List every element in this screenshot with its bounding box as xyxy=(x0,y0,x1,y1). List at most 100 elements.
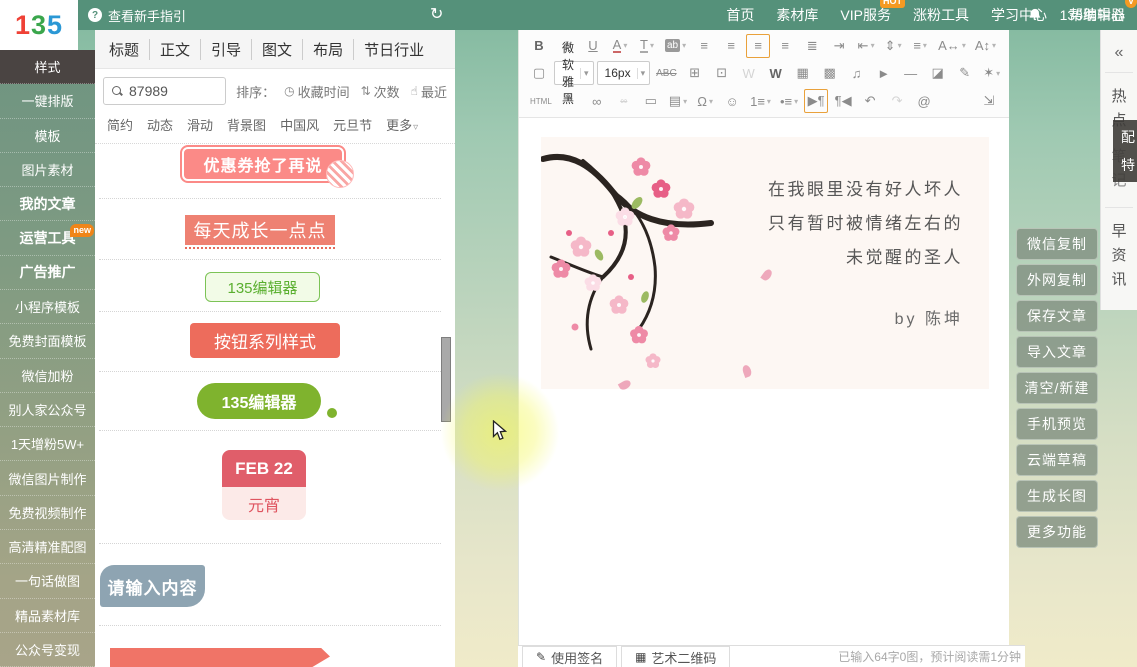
refresh-icon[interactable]: ↻ xyxy=(430,4,443,24)
style-sample-green-button[interactable]: 135编辑器 xyxy=(205,272,320,302)
filter-tag[interactable]: 更多 xyxy=(386,115,418,134)
letter-spacing-icon[interactable]: A↔ xyxy=(935,34,969,58)
image-icon[interactable]: ▦ xyxy=(791,61,815,85)
filter-tag[interactable]: 滑动 xyxy=(187,115,213,134)
sidebar-item[interactable]: 微信加粉 xyxy=(0,359,95,393)
eraser-icon[interactable]: ◪ xyxy=(926,61,950,85)
video-icon[interactable]: ► xyxy=(872,61,896,85)
filter-tag[interactable]: 元旦节 xyxy=(333,115,372,134)
nav-item[interactable]: 涨粉工具 xyxy=(913,5,969,25)
style-sample-calendar[interactable]: FEB 22 元宵 xyxy=(222,450,306,520)
style-sample-button-series[interactable]: 按钮系列样式 xyxy=(190,323,340,358)
horizontal-rule-icon[interactable]: — xyxy=(899,61,923,85)
sidebar-item[interactable]: 高清精准配图 xyxy=(0,530,95,564)
bold-icon[interactable]: B xyxy=(527,34,551,58)
style-tab[interactable]: 标题 xyxy=(99,39,150,60)
quick-action-button[interactable]: 导入文章 xyxy=(1016,336,1098,368)
font-family-select[interactable]: 微软雅黑 xyxy=(554,61,594,85)
newbie-guide-link[interactable]: ? 查看新手指引 xyxy=(88,0,186,30)
quick-action-button[interactable]: 保存文章 xyxy=(1016,300,1098,332)
highlight-icon[interactable]: ab xyxy=(662,34,689,58)
underline-icon[interactable]: U xyxy=(581,34,605,58)
sort-icon[interactable]: ⇅次数 xyxy=(361,82,400,101)
nav-item[interactable]: 首页 xyxy=(726,5,754,25)
sidebar-item[interactable]: 模板 xyxy=(0,119,95,153)
filter-tag[interactable]: 背景图 xyxy=(227,115,266,134)
collapse-icon[interactable]: « xyxy=(1101,44,1137,62)
new-document-icon[interactable]: ▢ xyxy=(527,61,551,85)
account-menu[interactable]: 135编辑器 V xyxy=(1060,5,1125,25)
sidebar-item[interactable]: 精品素材库 xyxy=(0,599,95,633)
emoji-icon[interactable]: ☺ xyxy=(720,89,744,113)
rtl-paragraph-icon[interactable]: ¶◀ xyxy=(831,89,855,113)
tab-morning-news[interactable]: 早资讯 xyxy=(1111,220,1127,292)
sidebar-item[interactable]: 运营工具 new xyxy=(0,221,95,255)
clock-icon[interactable]: ◷收藏时间 xyxy=(284,82,350,101)
bell-icon[interactable] xyxy=(1028,8,1042,22)
style-sample-coupon[interactable]: 优惠券抢了再说 xyxy=(182,147,344,181)
strikethrough-icon[interactable]: ABC xyxy=(653,61,680,85)
indent-icon[interactable]: ⇥ xyxy=(827,34,851,58)
ltr-paragraph-icon[interactable]: ▶¶ xyxy=(804,89,828,113)
quick-action-button[interactable]: 生成长图 xyxy=(1016,480,1098,512)
hand-icon[interactable]: ☝最近 xyxy=(411,82,447,101)
style-sample-input-hint[interactable]: 请输入内容 xyxy=(100,565,205,607)
format-painter-icon[interactable]: ✎ xyxy=(953,61,977,85)
sidebar-item[interactable]: 公众号变现 xyxy=(0,633,95,667)
redo-icon[interactable]: ↷ xyxy=(885,89,909,113)
style-tab[interactable]: 节日行业 xyxy=(354,39,434,60)
align-left-icon[interactable]: ≡ xyxy=(692,34,716,58)
editor-canvas[interactable]: 在我眼里没有好人坏人只有暂时被情绪左右的未觉醒的圣人 by 陈坤 xyxy=(519,119,1009,645)
line-height-icon[interactable]: ⇕ xyxy=(881,34,905,58)
sidebar-item[interactable]: 免费封面模板 xyxy=(0,324,95,358)
art-qrcode-tab[interactable]: ▦ 艺术二维码 xyxy=(621,646,730,667)
word-import-icon[interactable]: W xyxy=(764,61,788,85)
magic-fill-icon[interactable]: ✶ xyxy=(980,61,1004,85)
align-center-icon[interactable]: ≡ xyxy=(719,34,743,58)
sidebar-item[interactable]: 一键排版 xyxy=(0,84,95,118)
style-sample-partial[interactable] xyxy=(110,648,330,667)
style-tab[interactable]: 引导 xyxy=(201,39,252,60)
nav-item[interactable]: 素材库 xyxy=(776,5,818,25)
quick-action-button[interactable]: 手机预览 xyxy=(1016,408,1098,440)
outdent-icon[interactable]: ⇤ xyxy=(854,34,878,58)
ordered-list-icon[interactable]: 1≡ xyxy=(747,89,774,113)
style-sample-green-pill[interactable]: 135编辑器 xyxy=(197,383,321,419)
music-icon[interactable]: ♫ xyxy=(845,61,869,85)
quick-action-button[interactable]: 更多功能 xyxy=(1016,516,1098,548)
style-sample-title[interactable]: 每天成长一点点 xyxy=(185,215,335,245)
unlink-icon[interactable]: ∞ xyxy=(612,89,636,113)
table-icon[interactable]: ⊞ xyxy=(683,61,707,85)
word-paste-icon[interactable]: W xyxy=(737,61,761,85)
align-justify-icon[interactable]: ≡ xyxy=(773,34,797,58)
html-icon[interactable]: HTML xyxy=(527,89,555,113)
sidebar-item[interactable]: 小程序模板 xyxy=(0,290,95,324)
style-search-input[interactable]: 87989 xyxy=(103,77,226,105)
unordered-list-icon[interactable]: •≡ xyxy=(777,89,801,113)
sidebar-item[interactable]: 图片素材 xyxy=(0,153,95,187)
text-style-icon[interactable]: T xyxy=(635,34,659,58)
sidebar-item[interactable]: 样式 xyxy=(0,50,95,84)
undo-icon[interactable]: ↶ xyxy=(858,89,882,113)
quick-action-button[interactable]: 外网复制 xyxy=(1016,264,1098,296)
filter-tag[interactable]: 中国风 xyxy=(280,115,319,134)
align-right-icon[interactable]: ≡ xyxy=(746,34,770,58)
filter-tag[interactable]: 简约 xyxy=(107,115,133,134)
sidebar-item[interactable]: 免费视频制作 xyxy=(0,496,95,530)
filter-tag[interactable]: 动态 xyxy=(147,115,173,134)
sidebar-item[interactable]: 微信图片制作 xyxy=(0,461,95,495)
find-replace-icon[interactable]: @ xyxy=(912,89,936,113)
fullscreen-icon[interactable]: ⇲ xyxy=(977,89,1001,113)
page-preview-icon[interactable]: ▭ xyxy=(639,89,663,113)
font-color-icon[interactable]: A xyxy=(608,34,632,58)
style-tab[interactable]: 布局 xyxy=(303,39,354,60)
multi-image-icon[interactable]: ▩ xyxy=(818,61,842,85)
paragraph-spacing-icon[interactable]: ≡ xyxy=(908,34,932,58)
app-logo[interactable]: 135 xyxy=(0,0,78,50)
panel-scrollbar-thumb[interactable] xyxy=(441,337,451,422)
sidebar-item[interactable]: 一句话做图 xyxy=(0,564,95,598)
blockquote-icon[interactable]: ” xyxy=(558,89,582,113)
sidebar-item[interactable]: 广告推广 xyxy=(0,256,95,290)
layout-template-icon[interactable]: ▤ xyxy=(666,89,690,113)
style-tab[interactable]: 正文 xyxy=(150,39,201,60)
